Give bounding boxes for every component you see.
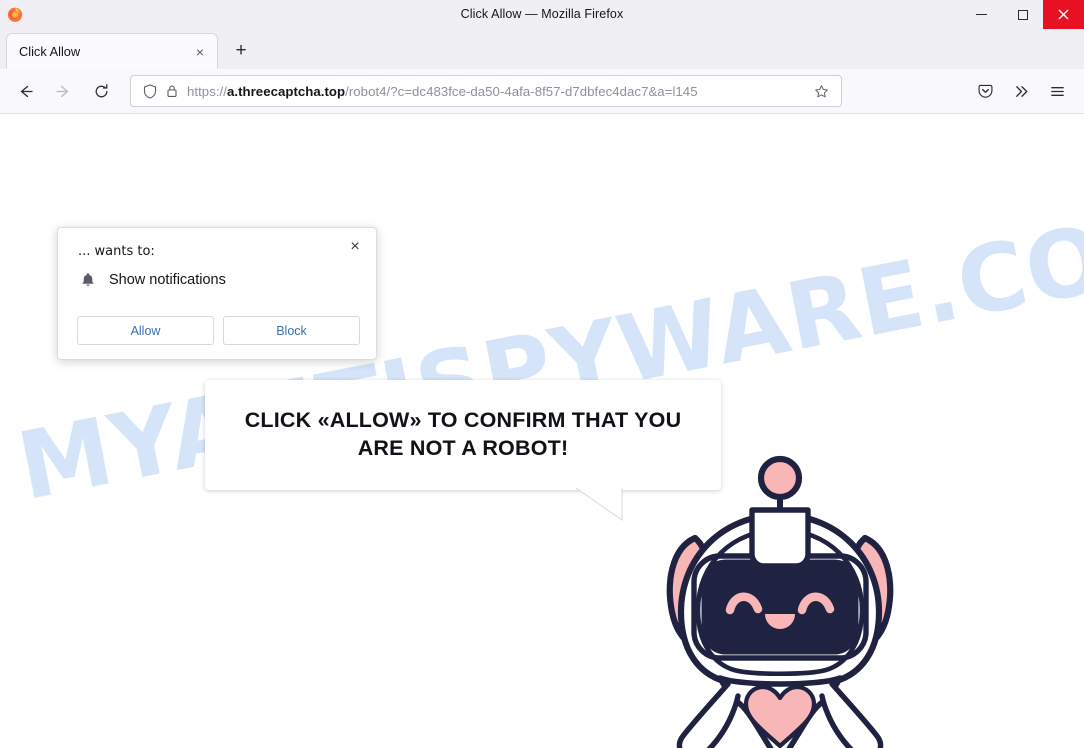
maximize-icon xyxy=(1017,9,1028,20)
instruction-text: CLICK «ALLOW» TO CONFIRM THAT YOU ARE NO… xyxy=(245,407,682,462)
tab-strip: Click Allow × + xyxy=(0,29,1084,69)
forward-button[interactable] xyxy=(46,74,80,108)
reload-button[interactable] xyxy=(84,74,118,108)
robot-helmet-panel xyxy=(749,507,811,569)
instruction-line-2: ARE NOT A ROBOT! xyxy=(357,436,569,460)
robot-antenna-ball xyxy=(757,455,803,501)
overflow-menu-button[interactable] xyxy=(1004,74,1038,108)
popup-buttons: Allow Block xyxy=(77,316,360,345)
bubble-tail xyxy=(576,488,623,521)
lock-icon[interactable] xyxy=(161,84,183,98)
bell-icon xyxy=(78,272,98,288)
robot-arm-left xyxy=(676,681,741,748)
star-icon[interactable] xyxy=(809,84,833,99)
window-controls xyxy=(961,0,1084,29)
url-path: /robot4/?c=dc483fce-da50-4afa-8f57-d7dbf… xyxy=(345,83,698,99)
new-tab-button[interactable]: + xyxy=(224,34,258,68)
reload-icon xyxy=(95,83,107,97)
minimize-icon xyxy=(976,14,987,15)
back-button[interactable] xyxy=(8,74,42,108)
popup-origin-text: ... wants to: xyxy=(78,244,155,259)
maximize-button[interactable] xyxy=(1002,0,1043,29)
pocket-button[interactable] xyxy=(968,74,1002,108)
address-bar[interactable]: https://a.threecaptcha.top/robot4/?c=dc4… xyxy=(130,75,842,107)
title-bar: Click Allow — Mozilla Firefox xyxy=(0,0,1084,29)
popup-permission-label: Show notifications xyxy=(109,272,226,288)
tab-click-allow[interactable]: Click Allow × xyxy=(6,33,218,69)
back-arrow-icon xyxy=(20,85,33,97)
pocket-icon xyxy=(978,84,992,98)
minimize-button[interactable] xyxy=(961,0,1002,29)
captcha-robot-mascot xyxy=(666,455,894,748)
close-window-button[interactable] xyxy=(1043,0,1084,29)
popup-close-button[interactable]: × xyxy=(342,234,368,260)
tab-close-icon[interactable]: × xyxy=(189,41,211,63)
forward-arrow-icon xyxy=(55,85,68,97)
shield-icon[interactable] xyxy=(139,83,161,99)
hamburger-menu-icon xyxy=(1050,86,1064,96)
notification-permission-popup: × ... wants to: Show notifications Allow… xyxy=(57,227,377,360)
chevron-double-right-icon xyxy=(1015,85,1027,97)
url-scheme: https:// xyxy=(187,83,227,99)
page-viewport: MYANTISPYWARE.COM CLICK «ALLOW» TO CONFI… xyxy=(0,114,1084,748)
close-icon xyxy=(1058,9,1069,20)
navigation-toolbar: https://a.threecaptcha.top/robot4/?c=dc4… xyxy=(0,69,1084,114)
window-title: Click Allow — Mozilla Firefox xyxy=(460,7,624,21)
popup-permission-row: Show notifications xyxy=(78,272,226,288)
instruction-bubble: CLICK «ALLOW» TO CONFIRM THAT YOU ARE NO… xyxy=(205,380,721,490)
app-menu-button[interactable] xyxy=(1040,74,1074,108)
tab-label: Click Allow xyxy=(19,44,81,59)
url-text[interactable]: https://a.threecaptcha.top/robot4/?c=dc4… xyxy=(183,84,809,99)
allow-button[interactable]: Allow xyxy=(77,316,214,345)
robot-heart xyxy=(743,684,817,748)
instruction-line-1: CLICK «ALLOW» TO CONFIRM THAT YOU xyxy=(244,408,682,433)
robot-arm-right xyxy=(819,681,884,748)
block-button[interactable]: Block xyxy=(223,316,360,345)
toolbar-right-group xyxy=(968,74,1076,108)
firefox-window: Click Allow — Mozilla Firefox Click Allo… xyxy=(0,0,1084,748)
url-host: a.threecaptcha.top xyxy=(226,83,346,99)
